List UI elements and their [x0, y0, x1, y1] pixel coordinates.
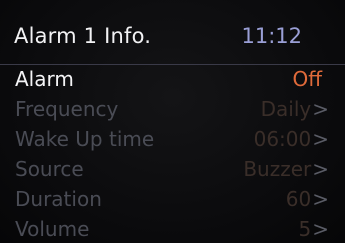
menu-item-value: 06:00> — [253, 127, 329, 151]
menu-item-value: 5> — [298, 217, 330, 241]
chevron-right-icon: > — [312, 127, 329, 151]
menu-item-volume[interactable]: Volume 5> — [0, 214, 345, 243]
menu-item-frequency[interactable]: Frequency Daily> — [0, 94, 345, 124]
menu-item-value: Buzzer> — [243, 157, 329, 181]
page-title: Alarm 1 Info. — [14, 24, 152, 48]
chevron-right-icon: > — [312, 217, 329, 241]
chevron-right-icon: > — [312, 157, 329, 181]
menu-item-label: Duration — [15, 187, 102, 211]
settings-menu: Alarm Off Frequency Daily> Wake Up time … — [0, 64, 345, 243]
menu-item-label: Wake Up time — [15, 127, 155, 151]
menu-item-value: Daily> — [260, 97, 329, 121]
menu-item-value: Off — [292, 67, 322, 91]
menu-item-label: Frequency — [15, 97, 119, 121]
menu-item-wake-up-time[interactable]: Wake Up time 06:00> — [0, 124, 345, 154]
menu-item-duration[interactable]: Duration 60> — [0, 184, 345, 214]
alarm-info-screen: Alarm 1 Info. 11:12 Alarm Off Frequency … — [0, 0, 345, 243]
menu-item-alarm[interactable]: Alarm Off — [0, 64, 345, 94]
header-bar: Alarm 1 Info. 11:12 — [0, 0, 345, 65]
menu-item-source[interactable]: Source Buzzer> — [0, 154, 345, 184]
menu-item-value: 60> — [285, 187, 329, 211]
chevron-right-icon: > — [312, 97, 329, 121]
chevron-right-icon: > — [312, 187, 329, 211]
menu-item-label: Alarm — [15, 67, 74, 91]
menu-item-label: Source — [15, 157, 84, 181]
menu-item-label: Volume — [15, 217, 90, 241]
clock-time: 11:12 — [241, 24, 302, 48]
